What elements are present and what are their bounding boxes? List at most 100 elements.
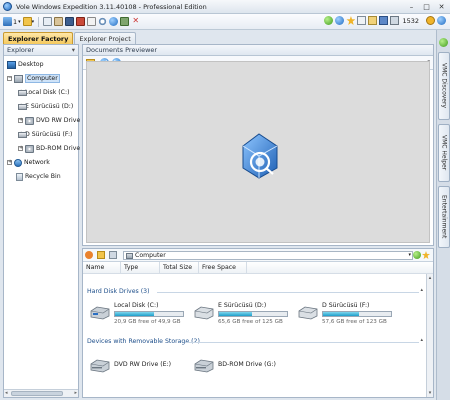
title-bar: Vole Windows Expedition 3.11.40108 - Pro… bbox=[0, 0, 450, 14]
explorer-horizontal-scrollbar[interactable]: ◂ ▸ bbox=[4, 389, 78, 397]
tab-explorer-project[interactable]: Explorer Project bbox=[74, 32, 136, 44]
rail-tab-entertainment[interactable]: Entertainment bbox=[438, 186, 450, 248]
favorites-icon[interactable] bbox=[346, 16, 356, 25]
shield-icon[interactable] bbox=[379, 16, 389, 25]
preview-placeholder-icon bbox=[242, 133, 278, 179]
drive-free-space: 57,6 GB free of 123 GB bbox=[322, 319, 387, 325]
tree-item-local-disk-c[interactable]: + Local Disk (C:) bbox=[18, 87, 70, 98]
copy-button[interactable] bbox=[43, 16, 53, 28]
add-icon[interactable] bbox=[324, 16, 334, 25]
window-count: 1 bbox=[13, 17, 18, 26]
close-view-button[interactable]: ✕ bbox=[131, 16, 140, 28]
view-icon[interactable] bbox=[97, 251, 105, 259]
tools-icon bbox=[120, 17, 130, 26]
new-window-button[interactable]: 1 ▾ bbox=[3, 16, 21, 28]
drive-tile-c[interactable]: Local Disk (C:) 20,9 GB free of 49,9 GB bbox=[89, 300, 199, 328]
star-icon[interactable] bbox=[422, 251, 430, 259]
collapse-group-icon[interactable]: ▴ bbox=[420, 287, 423, 293]
save-button[interactable] bbox=[65, 16, 75, 28]
expand-toggle[interactable]: + bbox=[7, 160, 12, 165]
up-folder-icon[interactable] bbox=[109, 251, 117, 259]
expand-toggle[interactable]: + bbox=[18, 146, 23, 151]
tree-item-desktop[interactable]: Desktop bbox=[7, 59, 44, 70]
browser-vertical-scrollbar[interactable]: ▴ ▾ bbox=[426, 274, 433, 397]
scroll-thumb[interactable] bbox=[11, 391, 63, 396]
drive-name: D Sürücüsü (F:) bbox=[322, 302, 370, 309]
group-header-hard-disks[interactable]: Hard Disk Drives (3) bbox=[87, 288, 149, 295]
previewer-header: Documents Previewer bbox=[83, 45, 433, 56]
pin-icon[interactable]: ▾ bbox=[72, 45, 75, 56]
tree-item-computer[interactable]: − Computer bbox=[7, 73, 60, 84]
network-icon bbox=[14, 158, 22, 167]
go-icon[interactable] bbox=[413, 251, 421, 259]
rail-tab-vmc-helper[interactable]: VMC Helper bbox=[438, 124, 450, 182]
bd-rom-drive-icon bbox=[194, 359, 214, 373]
tree-item-drive-f[interactable]: + D Sürücüsü (F:) bbox=[18, 129, 72, 140]
computer-icon bbox=[126, 252, 133, 259]
drive-icon bbox=[18, 131, 27, 138]
tools-button[interactable] bbox=[120, 16, 130, 28]
workspace-tabs: Explorer Factory Explorer Project bbox=[0, 30, 436, 44]
rail-tab-vmc-discovery[interactable]: VMC Discovery bbox=[438, 52, 450, 120]
scroll-down-icon[interactable]: ▾ bbox=[427, 390, 433, 396]
tree-item-drive-d[interactable]: + E Sürücüsü (D:) bbox=[18, 101, 73, 112]
device-tile-dvd-e[interactable]: DVD RW Drive (E:) bbox=[89, 353, 199, 381]
column-name[interactable]: Name bbox=[83, 261, 121, 274]
info-icon[interactable] bbox=[335, 16, 345, 25]
drive-free-space: 65,6 GB free of 125 GB bbox=[218, 319, 283, 325]
collapse-group-icon[interactable]: ▴ bbox=[420, 337, 423, 343]
computer-icon bbox=[14, 74, 23, 83]
help-button[interactable] bbox=[109, 16, 119, 28]
mail-icon[interactable] bbox=[368, 16, 378, 25]
delete-button[interactable] bbox=[76, 16, 86, 28]
column-type[interactable]: Type bbox=[121, 261, 160, 274]
tree-item-label: Desktop bbox=[18, 61, 44, 68]
group-header-removable[interactable]: Devices with Removable Storage (2) bbox=[87, 338, 200, 345]
tab-explorer-factory[interactable]: Explorer Factory bbox=[3, 32, 74, 44]
search-button[interactable] bbox=[98, 16, 108, 28]
chevron-down-icon[interactable]: ▾ bbox=[408, 252, 411, 258]
properties-icon bbox=[87, 17, 97, 26]
folder-button[interactable]: ▾ bbox=[22, 16, 34, 28]
expand-toggle[interactable]: + bbox=[18, 118, 23, 123]
device-tile-bdrom-g[interactable]: BD-ROM Drive (G:) bbox=[193, 353, 303, 381]
drive-usage-fill bbox=[323, 312, 360, 316]
collapse-toggle[interactable]: − bbox=[7, 76, 12, 81]
minimize-button[interactable]: – bbox=[405, 1, 418, 12]
scroll-up-icon[interactable]: ▴ bbox=[427, 275, 433, 281]
hash-icon[interactable] bbox=[357, 16, 367, 25]
tree-item-label: Recycle Bin bbox=[25, 173, 61, 180]
explorer-header: Explorer ▾ bbox=[4, 45, 78, 56]
close-button[interactable]: ✕ bbox=[435, 1, 448, 12]
delete-icon bbox=[76, 17, 86, 26]
scroll-left-icon[interactable]: ◂ bbox=[5, 390, 8, 396]
rail-tab-label: Entertainment bbox=[440, 195, 448, 239]
tree-item-network[interactable]: + Network bbox=[7, 157, 50, 168]
address-bar[interactable]: Computer bbox=[123, 251, 413, 260]
user-icon[interactable] bbox=[426, 16, 435, 25]
help-circle-icon[interactable] bbox=[437, 16, 446, 25]
tree-item-label: Network bbox=[24, 159, 50, 166]
maximize-button[interactable]: □ bbox=[420, 1, 433, 12]
drive-usage-bar bbox=[114, 311, 184, 317]
device-name: DVD RW Drive (E:) bbox=[114, 361, 172, 368]
paste-button[interactable] bbox=[54, 16, 64, 28]
toolbar-separator bbox=[38, 16, 40, 27]
tree-item-recycle-bin[interactable]: Recycle Bin bbox=[16, 171, 61, 182]
monitor-icon[interactable] bbox=[390, 16, 400, 25]
properties-button[interactable] bbox=[87, 16, 97, 28]
drive-tile-d[interactable]: E Sürücüsü (D:) 65,6 GB free of 125 GB bbox=[193, 300, 303, 328]
plugin-icon[interactable] bbox=[439, 38, 448, 47]
column-free-space[interactable]: Free Space bbox=[199, 261, 247, 274]
column-total-size[interactable]: Total Size bbox=[160, 261, 199, 274]
window-controls: – □ ✕ bbox=[405, 1, 448, 12]
explorer-title: Explorer bbox=[7, 46, 35, 54]
toolbar-right: 1532 bbox=[324, 16, 446, 25]
drive-usage-fill bbox=[115, 312, 155, 316]
drive-tile-f[interactable]: D Sürücüsü (F:) 57,6 GB free of 123 GB bbox=[297, 300, 407, 328]
recycle-bin-icon bbox=[16, 172, 23, 181]
hard-drive-icon bbox=[90, 306, 110, 320]
scroll-right-icon[interactable]: ▸ bbox=[74, 390, 77, 396]
layout-icon[interactable] bbox=[85, 251, 93, 259]
drive-icon bbox=[18, 103, 27, 110]
